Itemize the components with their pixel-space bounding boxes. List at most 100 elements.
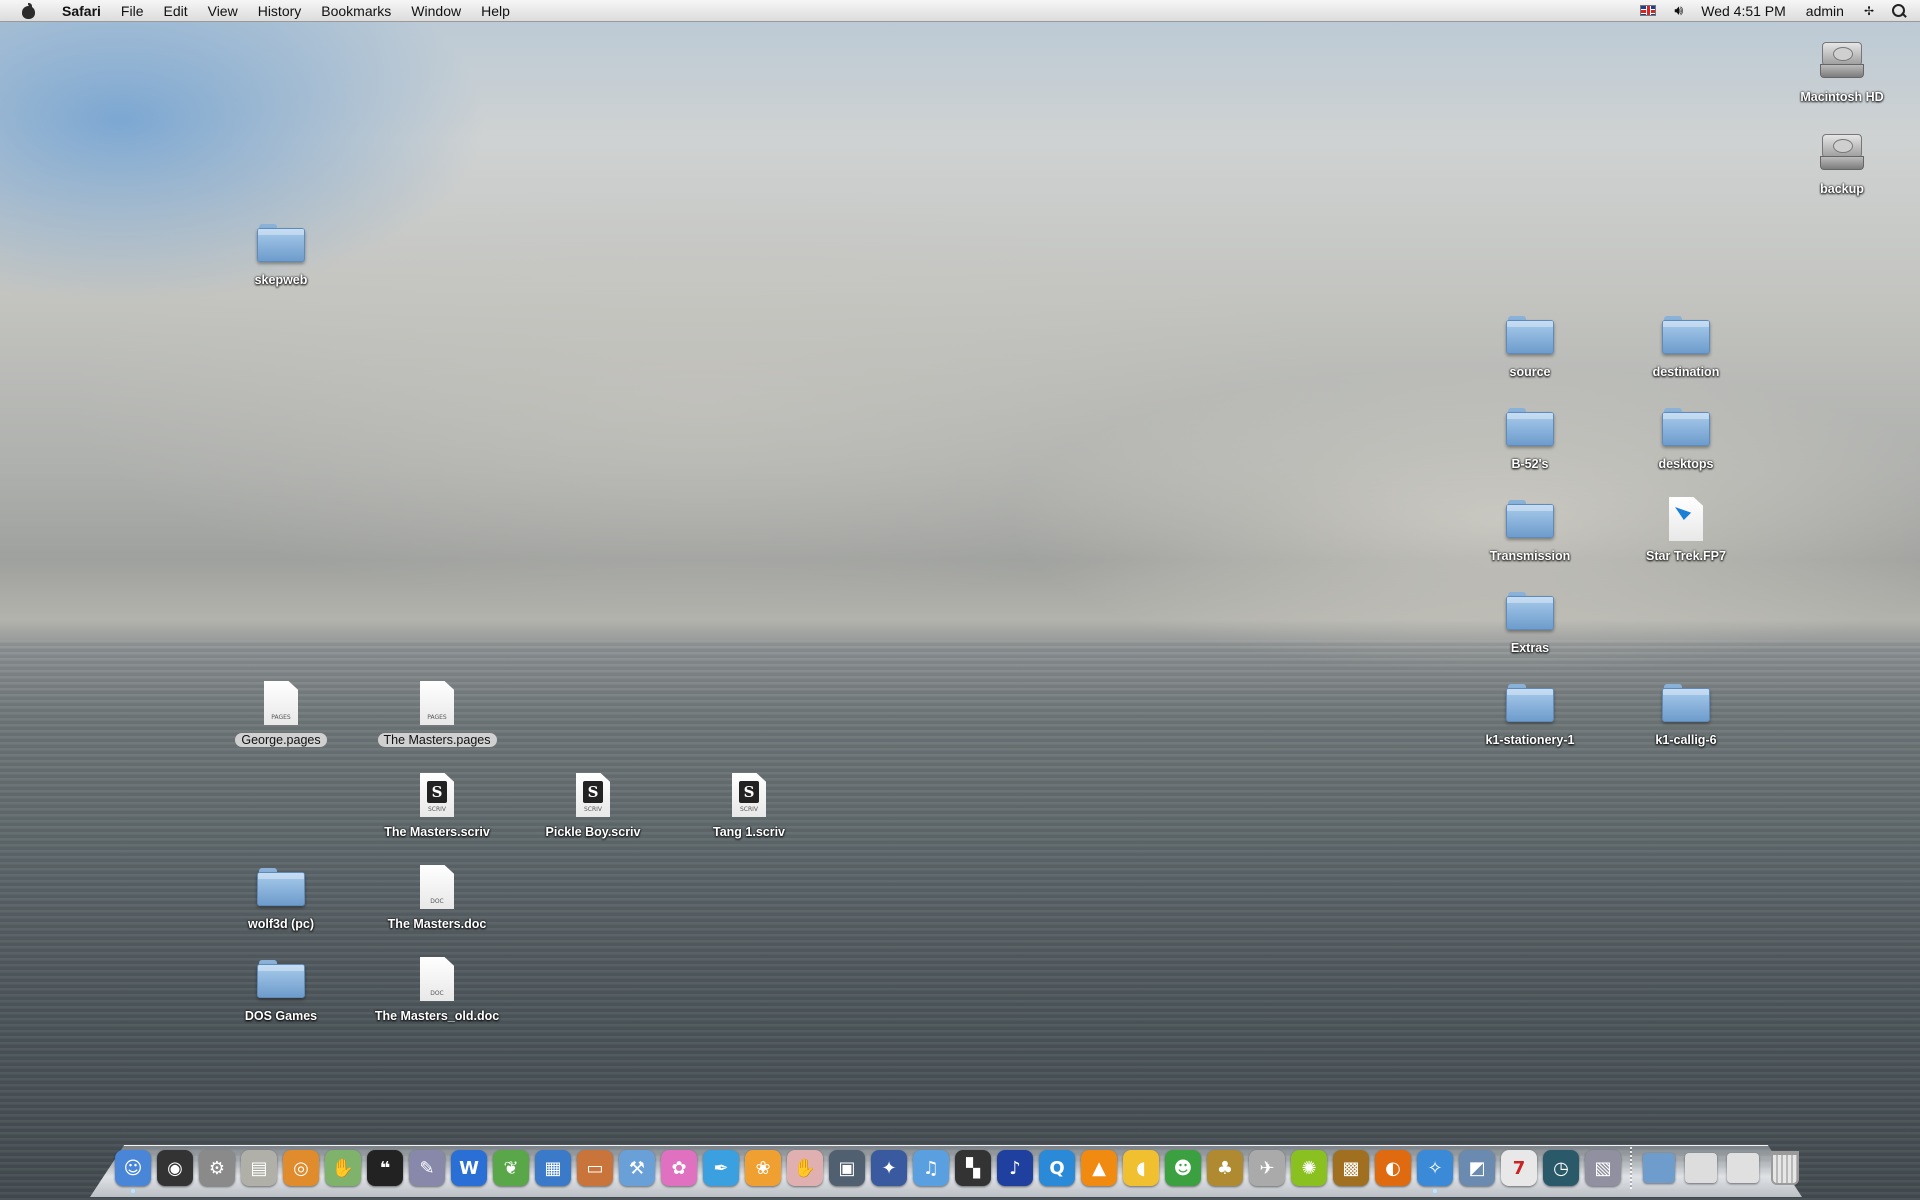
menu-bookmarks[interactable]: Bookmarks [311,0,401,22]
icon-label: destination [1652,365,1720,379]
trash-icon[interactable] [1764,1147,1806,1189]
folder-icon [1662,408,1710,446]
icon-label: Pickle Boy.scriv [545,825,641,839]
icon-label: DOS Games [244,1009,318,1023]
flower-app-icon[interactable]: ✿ [658,1147,700,1189]
file-star-trek-fp7[interactable]: Star Trek.FP7 [1621,491,1751,563]
menu-window[interactable]: Window [401,0,471,22]
mail-app-icon[interactable]: ✈ [1246,1147,1288,1189]
dock-stacks [1638,1147,1764,1189]
icon-label: Extras [1510,641,1550,655]
photo-frame-icon[interactable]: ◩ [1456,1147,1498,1189]
downloads-stack-icon[interactable] [1722,1147,1764,1189]
vlc-icon[interactable]: ▲ [1078,1147,1120,1189]
folder-destination[interactable]: destination [1621,307,1751,379]
preview-icon[interactable]: ▤ [238,1147,280,1189]
image-capture-icon[interactable]: ▧ [1582,1147,1624,1189]
menu-extras: 🔊︎ Wed 4:51 PM admin ✢ [1630,0,1920,22]
icon-label: The Masters_old.doc [374,1009,500,1023]
finder-icon[interactable]: ☺ [112,1147,154,1193]
file-the-masters-old-doc[interactable]: DOC The Masters_old.doc [372,951,502,1023]
hard-drive-icon [1820,40,1864,80]
keynote-icon[interactable]: ▭ [574,1147,616,1189]
icon-label: Star Trek.FP7 [1646,549,1726,563]
menu-file[interactable]: File [111,0,154,22]
menu-edit[interactable]: Edit [153,0,197,22]
folder-b52s[interactable]: B-52's [1465,399,1595,471]
icon-label: The Masters.doc [387,917,487,931]
pineapple-app-icon[interactable]: ♣ [1204,1147,1246,1189]
drive-macintosh-hd[interactable]: Macintosh HD [1777,32,1907,104]
blender-icon[interactable]: ◎ [280,1147,322,1189]
glove-app-icon[interactable]: ✋ [784,1147,826,1189]
grapher-icon[interactable]: ▦ [532,1147,574,1189]
folder-extras[interactable]: Extras [1465,583,1595,655]
file-the-masters-scriv[interactable]: S SCRIV The Masters.scriv [372,767,502,839]
firefox-icon[interactable]: ◐ [1372,1147,1414,1189]
file-tang-1-scriv[interactable]: S SCRIV Tang 1.scriv [684,767,814,839]
dock: ☺ ◉ ⚙ ▤ ◎ ✋ ❝ ✎ W ❦ ▦ ▭ ⚒ ✿ ✒ ❀ ✋ ▣ ✦ ♫ ▚ ♪ Q ▲ ◖ ☻ ♣ ✈ ✺ ▩ ◐ ✧ ◩ 7 ◷ ▧ [112,1143,1806,1193]
cyberduck-icon[interactable]: ◖ [1120,1147,1162,1189]
itunes-icon[interactable]: ♫ [910,1147,952,1189]
file-george-pages[interactable]: PAGES George.pages [216,675,346,747]
menu-view[interactable]: View [198,0,248,22]
adium-icon[interactable]: ☻ [1162,1147,1204,1189]
clapper-app-icon[interactable]: ▚ [952,1147,994,1189]
textwrangler-icon[interactable]: W [448,1147,490,1189]
pages-document-icon: PAGES [264,681,298,725]
dashboard-icon[interactable]: ◉ [154,1147,196,1189]
folder-transmission[interactable]: Transmission [1465,491,1595,563]
xcode-icon[interactable]: ⚒ [616,1147,658,1189]
icon-label: skepweb [254,273,308,287]
folder-k1-stationery[interactable]: k1-stationery-1 [1465,675,1595,747]
quicktime-icon[interactable]: Q [1036,1147,1078,1189]
file-the-masters-doc[interactable]: DOC The Masters.doc [372,859,502,931]
folder-icon [1662,316,1710,354]
sync-icon[interactable]: ✢ [1864,4,1874,18]
hand-app-icon[interactable]: ✋ [322,1147,364,1189]
folder-dos-games[interactable]: DOS Games [216,951,346,1023]
time-machine-icon[interactable]: ◷ [1540,1147,1582,1189]
input-source-flag-icon[interactable] [1640,5,1657,16]
file-pickle-boy-scriv[interactable]: S SCRIV Pickle Boy.scriv [528,767,658,839]
spotlight-icon[interactable] [1892,3,1906,18]
dock-separator[interactable] [1630,1147,1632,1189]
documents-stack-icon[interactable] [1680,1147,1722,1189]
iphoto-icon[interactable]: ▣ [826,1147,868,1189]
volume-icon[interactable]: 🔊︎ [1674,2,1683,19]
iphoto-flower-icon[interactable]: ❀ [742,1147,784,1189]
user-menu[interactable]: admin [1796,3,1854,19]
apple-menu-icon[interactable] [20,2,38,19]
script-editor-icon[interactable]: ✎ [406,1147,448,1189]
icon-label: wolf3d (pc) [248,917,314,931]
applications-stack-icon[interactable] [1638,1147,1680,1189]
safari-icon[interactable]: ✧ [1414,1147,1456,1193]
menu-history[interactable]: History [248,0,312,22]
system-preferences-icon[interactable]: ⚙ [196,1147,238,1189]
filemaker-document-icon [1669,497,1703,541]
imovie-icon[interactable]: ✦ [868,1147,910,1189]
garageband-icon[interactable]: ♪ [994,1147,1036,1189]
quote-app-icon[interactable]: ❝ [364,1147,406,1189]
folder-wolf3d[interactable]: wolf3d (pc) [216,859,346,931]
icon-label: source [1509,365,1551,379]
menu-help[interactable]: Help [471,0,520,22]
icon-label: desktops [1658,457,1714,471]
file-the-masters-pages[interactable]: PAGES The Masters.pages [372,675,502,747]
app-menu[interactable]: Safari [52,0,111,22]
pen-app-icon[interactable]: ✒ [700,1147,742,1189]
pages-document-icon: PAGES [420,681,454,725]
lime-app-icon[interactable]: ✺ [1288,1147,1330,1189]
scrivener-document-icon: S SCRIV [576,773,610,817]
drive-backup[interactable]: backup [1777,124,1907,196]
folder-source[interactable]: source [1465,307,1595,379]
plant-app-icon[interactable]: ❦ [490,1147,532,1189]
folder-icon [257,960,305,998]
folder-desktops[interactable]: desktops [1621,399,1751,471]
ical-icon[interactable]: 7 [1498,1147,1540,1189]
folder-skepweb[interactable]: skepweb [216,215,346,287]
dosbox-icon[interactable]: ▩ [1330,1147,1372,1189]
icon-label: backup [1820,182,1864,196]
folder-k1-callig[interactable]: k1-callig-6 [1621,675,1751,747]
menu-clock[interactable]: Wed 4:51 PM [1691,3,1796,19]
